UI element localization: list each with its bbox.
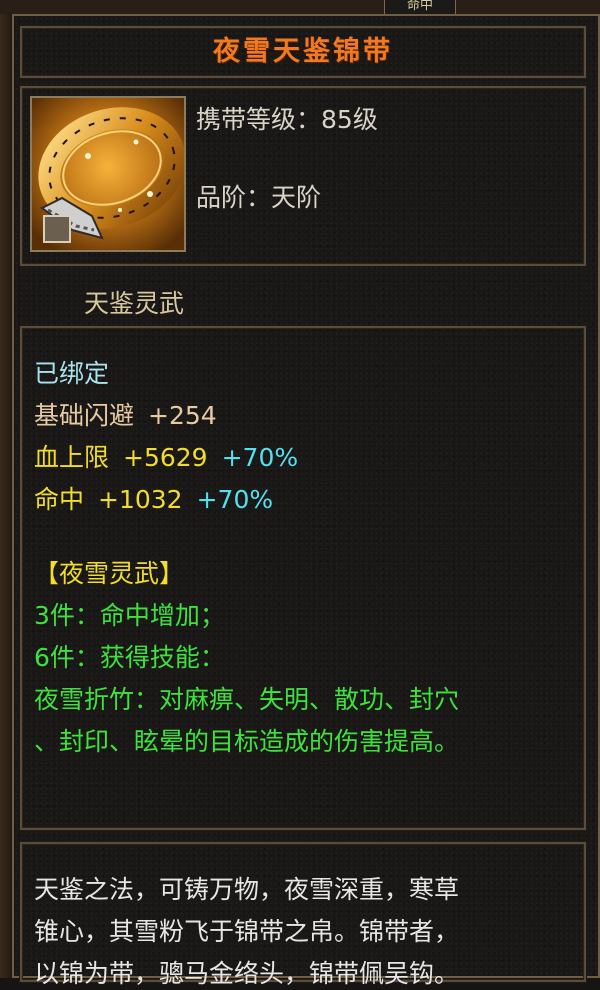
stat-value: +254 xyxy=(148,401,217,430)
grade-value: 天阶 xyxy=(271,183,322,212)
carry-level-label: 携带等级： xyxy=(196,105,322,134)
stat-row: 血上限 +5629 +70% xyxy=(34,438,298,474)
stat-row: 基础闪避 +254 xyxy=(34,396,217,432)
set-skill-line: 、封印、眩晕的目标造成的伤害提高。 xyxy=(34,727,460,756)
set-bonus-line: 3件：命中增加； xyxy=(34,601,225,630)
stat-row: 命中 +1032 +70% xyxy=(34,480,273,516)
stat-value: +1032 xyxy=(98,485,183,514)
ornate-belt-icon xyxy=(32,98,184,250)
item-name: 夜雪天鉴锦带 xyxy=(213,36,393,67)
set-skill-line: 夜雪折竹：对麻痹、失明、散功、封穴 xyxy=(34,685,460,714)
description-line: 锥心，其雪粉飞于锦带之帛。锦带者， xyxy=(34,917,460,946)
stat-percent: +70% xyxy=(196,485,274,514)
stat-name: 命中 xyxy=(34,485,85,514)
description-line: 以锦为带，骢马金络头，锦带佩吴钩。 xyxy=(34,959,460,988)
item-grade: 品阶：天阶 xyxy=(196,178,321,214)
carry-level: 携带等级：85级 xyxy=(196,100,378,136)
set-title: 【夜雪灵武】 xyxy=(34,559,185,588)
bound-status: 已绑定 xyxy=(34,359,110,388)
set-bonus-line: 6件：获得技能： xyxy=(34,643,225,672)
item-icon-frame[interactable] xyxy=(30,96,186,252)
quality-name: 天鉴灵武 xyxy=(84,289,185,318)
background-top-edge xyxy=(0,0,600,14)
stat-name: 血上限 xyxy=(34,443,110,472)
description-line: 天鉴之法，可铸万物，夜雪深重，寒草 xyxy=(34,875,460,904)
grade-label: 品阶： xyxy=(196,183,272,212)
background-tab: 命中 xyxy=(384,0,456,15)
stat-percent: +70% xyxy=(221,443,299,472)
stat-name: 基础闪避 xyxy=(34,401,135,430)
carry-level-value: 85级 xyxy=(321,105,378,134)
stat-value: +5629 xyxy=(123,443,208,472)
